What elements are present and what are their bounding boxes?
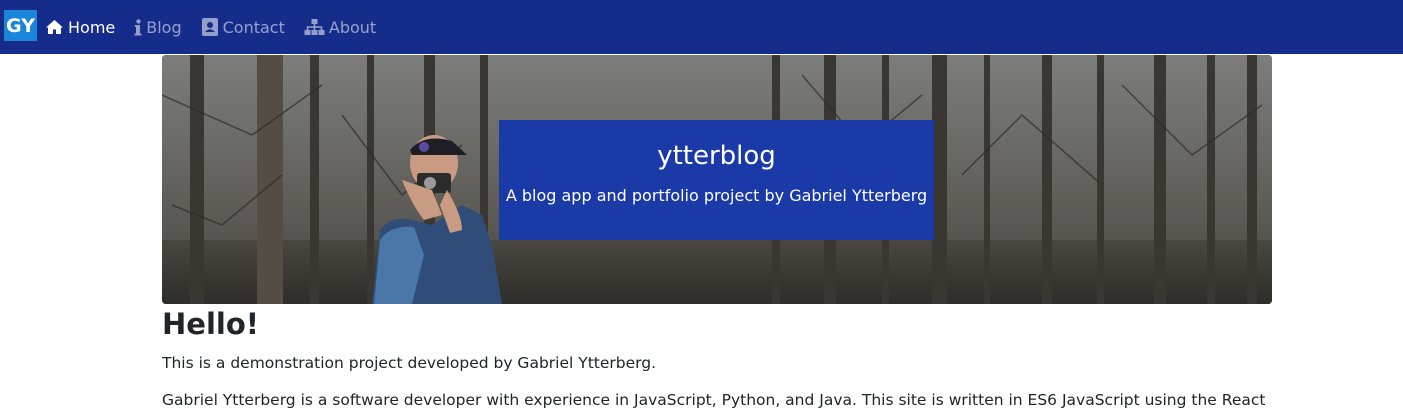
home-icon — [45, 19, 64, 35]
hero-title: ytterblog — [657, 141, 776, 171]
nav-item-home[interactable]: Home — [45, 0, 115, 54]
nav-item-label: About — [328, 17, 377, 37]
intro-paragraph: This is a demonstration project develope… — [162, 354, 657, 372]
sitemap-icon — [304, 18, 325, 36]
nav-links: Home Blog Contact About — [45, 0, 395, 54]
contact-card-icon — [201, 17, 219, 37]
page-heading: Hello! — [162, 307, 259, 341]
nav-item-about[interactable]: About — [304, 0, 376, 54]
nav-item-blog[interactable]: Blog — [134, 0, 182, 54]
nav-item-label: Contact — [222, 17, 285, 37]
bio-paragraph: Gabriel Ytterberg is a software develope… — [162, 391, 1266, 409]
top-navbar: GY Home Blog Contact About — [0, 0, 1403, 54]
hero-banner: ytterblog A blog app and portfolio proje… — [162, 55, 1272, 304]
main-content: Hello! This is a demonstration project d… — [162, 306, 1272, 411]
info-icon — [134, 18, 142, 36]
nav-item-label: Blog — [146, 17, 182, 37]
nav-item-label: Home — [68, 17, 116, 37]
hero-title-box: ytterblog A blog app and portfolio proje… — [499, 120, 934, 240]
brand-logo[interactable]: GY — [4, 10, 37, 41]
nav-item-contact[interactable]: Contact — [201, 0, 285, 54]
hero-subtitle: A blog app and portfolio project by Gabr… — [505, 186, 928, 205]
